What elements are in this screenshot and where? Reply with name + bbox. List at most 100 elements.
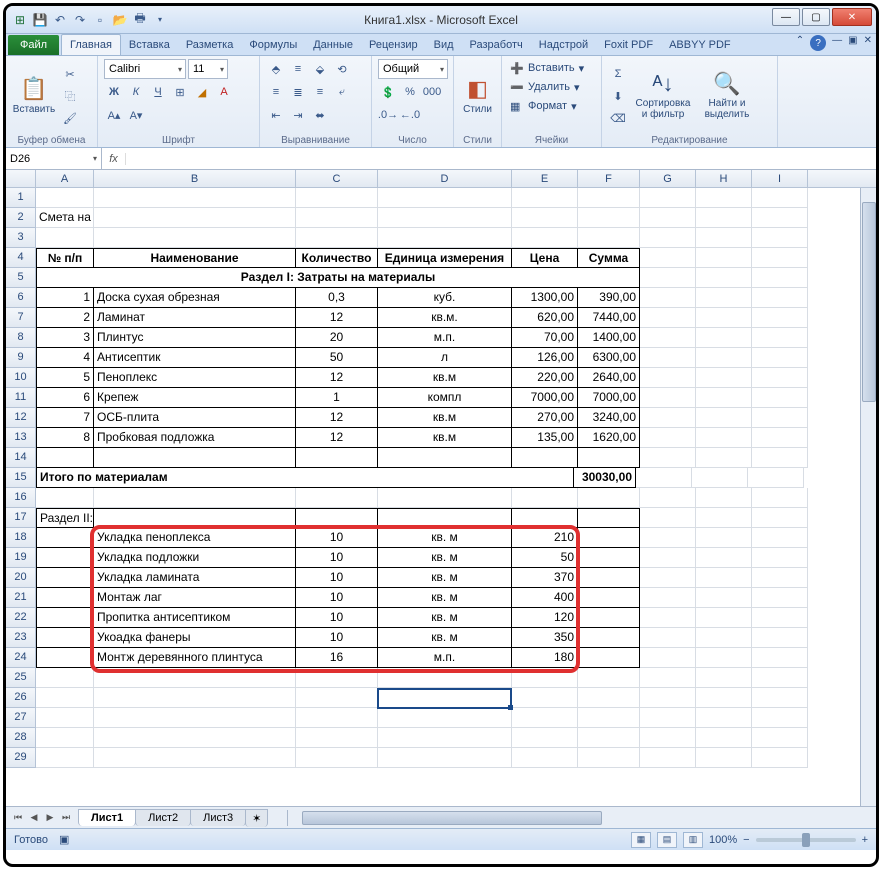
cell-G15[interactable] bbox=[636, 468, 692, 488]
decrease-decimal-icon[interactable]: ←.0 bbox=[400, 105, 420, 125]
cell-F2[interactable] bbox=[578, 208, 640, 228]
align-top-icon[interactable]: ⬘ bbox=[266, 59, 286, 79]
cell-B8[interactable]: Плинтус bbox=[94, 328, 296, 348]
row-header-2[interactable]: 2 bbox=[6, 208, 36, 228]
cell-H25[interactable] bbox=[696, 668, 752, 688]
cell-B24[interactable]: Монтж деревянного плинтуса bbox=[94, 648, 296, 668]
cell-B19[interactable]: Укладка подложки bbox=[94, 548, 296, 568]
cell-C11[interactable]: 1 bbox=[296, 388, 378, 408]
bold-button[interactable]: Ж bbox=[104, 82, 124, 102]
cell-B26[interactable] bbox=[94, 688, 296, 708]
cell-H24[interactable] bbox=[696, 648, 752, 668]
cell-C25[interactable] bbox=[296, 668, 378, 688]
sheet-nav-first-icon[interactable]: ⏮ bbox=[10, 810, 26, 826]
cell-C9[interactable]: 50 bbox=[296, 348, 378, 368]
increase-indent-icon[interactable]: ⇥ bbox=[288, 105, 308, 125]
tab-developer[interactable]: Разработч bbox=[462, 35, 531, 55]
cell-I3[interactable] bbox=[752, 228, 808, 248]
cell-F11[interactable]: 7000,00 bbox=[578, 388, 640, 408]
row-header-24[interactable]: 24 bbox=[6, 648, 36, 668]
cell-D16[interactable] bbox=[378, 488, 512, 508]
cell-D29[interactable] bbox=[378, 748, 512, 768]
cell-G29[interactable] bbox=[640, 748, 696, 768]
cell-A14[interactable] bbox=[36, 448, 94, 468]
hscroll-thumb[interactable] bbox=[302, 811, 602, 825]
cell-G1[interactable] bbox=[640, 188, 696, 208]
cell-A25[interactable] bbox=[36, 668, 94, 688]
cell-I19[interactable] bbox=[752, 548, 808, 568]
cell-C21[interactable]: 10 bbox=[296, 588, 378, 608]
sheet-tab-1[interactable]: Лист1 bbox=[78, 809, 136, 826]
cell-H26[interactable] bbox=[696, 688, 752, 708]
cell-A22[interactable] bbox=[36, 608, 94, 628]
col-header-I[interactable]: I bbox=[752, 170, 808, 187]
cell-5-merged[interactable]: Раздел I: Затраты на материалы bbox=[36, 268, 640, 288]
cell-I6[interactable] bbox=[752, 288, 808, 308]
cell-C27[interactable] bbox=[296, 708, 378, 728]
number-format-combo[interactable]: Общий bbox=[378, 59, 448, 79]
cell-F16[interactable] bbox=[578, 488, 640, 508]
cell-I27[interactable] bbox=[752, 708, 808, 728]
cell-C29[interactable] bbox=[296, 748, 378, 768]
col-header-A[interactable]: A bbox=[36, 170, 94, 187]
align-middle-icon[interactable]: ≡ bbox=[288, 59, 308, 79]
cell-H17[interactable] bbox=[696, 508, 752, 528]
cell-F9[interactable]: 6300,00 bbox=[578, 348, 640, 368]
tab-view[interactable]: Вид bbox=[426, 35, 462, 55]
cell-E21[interactable]: 400 bbox=[512, 588, 578, 608]
cell-D25[interactable] bbox=[378, 668, 512, 688]
cell-I2[interactable] bbox=[752, 208, 808, 228]
cell-F22[interactable] bbox=[578, 608, 640, 628]
cell-B14[interactable] bbox=[94, 448, 296, 468]
sheet-tab-3[interactable]: Лист3 bbox=[190, 809, 246, 826]
cell-F13[interactable]: 1620,00 bbox=[578, 428, 640, 448]
cell-B16[interactable] bbox=[94, 488, 296, 508]
autosum-icon[interactable]: Σ bbox=[608, 64, 628, 84]
ribbon-minimize-icon[interactable]: ⌃ bbox=[796, 35, 804, 51]
cut-icon[interactable]: ✂ bbox=[60, 64, 80, 84]
fill-icon[interactable]: ⬇ bbox=[608, 86, 628, 106]
zoom-level[interactable]: 100% bbox=[709, 834, 737, 846]
cell-F25[interactable] bbox=[578, 668, 640, 688]
cell-I20[interactable] bbox=[752, 568, 808, 588]
tab-data[interactable]: Данные bbox=[305, 35, 361, 55]
qat-dropdown-icon[interactable]: ▾ bbox=[152, 12, 168, 28]
cell-F24[interactable] bbox=[578, 648, 640, 668]
cell-D3[interactable] bbox=[378, 228, 512, 248]
wrap-text-icon[interactable]: ⤶ bbox=[332, 82, 352, 102]
cell-G25[interactable] bbox=[640, 668, 696, 688]
cell-B25[interactable] bbox=[94, 668, 296, 688]
cell-I24[interactable] bbox=[752, 648, 808, 668]
vertical-scrollbar[interactable] bbox=[860, 188, 876, 806]
view-page-break-icon[interactable]: ▥ bbox=[683, 832, 703, 848]
cell-B18[interactable]: Укладка пеноплекса bbox=[94, 528, 296, 548]
cell-B20[interactable]: Укладка ламината bbox=[94, 568, 296, 588]
cell-B9[interactable]: Антисептик bbox=[94, 348, 296, 368]
paste-button[interactable]: 📋 Вставить bbox=[12, 59, 56, 133]
currency-icon[interactable]: 💲 bbox=[378, 82, 398, 102]
cell-A18[interactable] bbox=[36, 528, 94, 548]
tab-review[interactable]: Рецензир bbox=[361, 35, 426, 55]
cell-D14[interactable] bbox=[378, 448, 512, 468]
cell-C20[interactable]: 10 bbox=[296, 568, 378, 588]
cell-C14[interactable] bbox=[296, 448, 378, 468]
row-header-16[interactable]: 16 bbox=[6, 488, 36, 508]
mdi-close-icon[interactable]: ✕ bbox=[864, 35, 872, 51]
cell-E26[interactable] bbox=[512, 688, 578, 708]
cell-D1[interactable] bbox=[378, 188, 512, 208]
cell-E20[interactable]: 370 bbox=[512, 568, 578, 588]
row-header-10[interactable]: 10 bbox=[6, 368, 36, 388]
col-header-E[interactable]: E bbox=[512, 170, 578, 187]
row-header-18[interactable]: 18 bbox=[6, 528, 36, 548]
cell-H2[interactable] bbox=[696, 208, 752, 228]
cell-E8[interactable]: 70,00 bbox=[512, 328, 578, 348]
cell-H3[interactable] bbox=[696, 228, 752, 248]
align-right-icon[interactable]: ≡ bbox=[310, 82, 330, 102]
row-header-19[interactable]: 19 bbox=[6, 548, 36, 568]
cell-G22[interactable] bbox=[640, 608, 696, 628]
help-icon[interactable]: ? bbox=[810, 35, 826, 51]
cell-A2[interactable]: Смета на работы bbox=[36, 208, 94, 228]
cell-C4[interactable]: Количество bbox=[296, 248, 378, 268]
sheet-nav-last-icon[interactable]: ⏭ bbox=[58, 810, 74, 826]
row-header-8[interactable]: 8 bbox=[6, 328, 36, 348]
